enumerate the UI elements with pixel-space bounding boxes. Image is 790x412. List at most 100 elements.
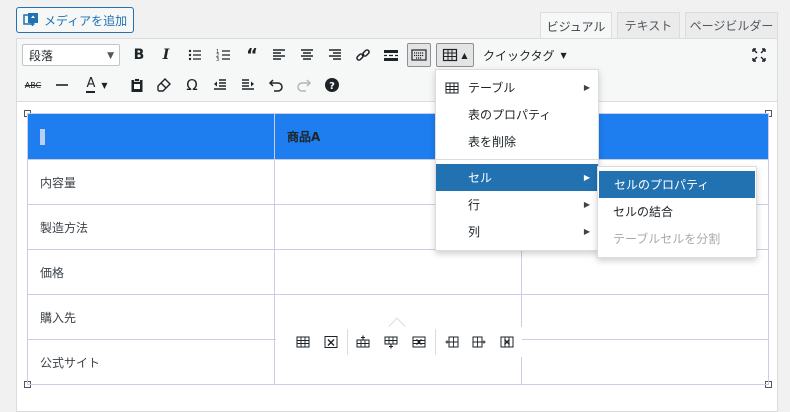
- chevron-right-icon: ▶: [583, 227, 590, 236]
- delete-column-icon: [500, 336, 514, 348]
- numbered-list-icon: 123: [216, 49, 230, 63]
- chevron-down-icon: ▼: [107, 51, 114, 61]
- table-icon: [443, 48, 458, 62]
- table-icon: [296, 336, 310, 348]
- quick-tag-dropdown[interactable]: クイックタグ ▼: [483, 44, 567, 66]
- table-cell[interactable]: 価格: [27, 249, 275, 295]
- italic-button[interactable]: I: [154, 43, 178, 67]
- menu-item-table[interactable]: テーブル ▶: [436, 74, 598, 101]
- tab-visual[interactable]: ビジュアル: [540, 12, 612, 39]
- table-icon: [445, 82, 459, 93]
- bold-button[interactable]: B: [127, 43, 151, 67]
- link-button[interactable]: [351, 43, 375, 67]
- svg-text:?: ?: [329, 81, 335, 92]
- help-icon: ?: [325, 78, 339, 92]
- delete-column-button[interactable]: [493, 330, 521, 354]
- clipboard-icon: [131, 78, 143, 92]
- toolbar-toggle-button[interactable]: [407, 43, 431, 67]
- column-after-icon: [472, 336, 486, 348]
- align-center-icon: [301, 49, 313, 60]
- table-cell[interactable]: 公式サイト: [27, 339, 275, 385]
- chevron-down-icon: ▼: [560, 50, 567, 60]
- insert-column-after-button[interactable]: [465, 330, 493, 354]
- keyboard-icon: [411, 49, 427, 61]
- menu-item-label: テーブル: [468, 81, 516, 95]
- menu-item-table-properties[interactable]: 表のプロパティ: [436, 101, 598, 128]
- delete-row-icon: [412, 336, 426, 348]
- svg-text:3: 3: [216, 57, 219, 63]
- fullscreen-button[interactable]: [747, 43, 771, 67]
- separator: [346, 329, 348, 355]
- menu-item-cell[interactable]: セル ▶: [436, 164, 598, 191]
- table-cell[interactable]: [521, 339, 769, 385]
- media-add-icon: [23, 13, 38, 26]
- table-cell[interactable]: 製造方法: [27, 204, 275, 250]
- format-select[interactable]: 段落 ▼: [22, 44, 120, 66]
- align-center-button[interactable]: [295, 43, 319, 67]
- delete-row-button[interactable]: [405, 330, 433, 354]
- table-cell[interactable]: 購入先: [27, 294, 275, 340]
- undo-button[interactable]: [264, 73, 288, 97]
- cell-submenu: セルのプロパティ セルの結合 テーブルセルを分割: [597, 166, 757, 258]
- column-before-icon: [445, 336, 459, 348]
- horizontal-line-icon: [56, 84, 68, 86]
- align-left-icon: [273, 49, 285, 60]
- menu-item-label: 行: [468, 198, 481, 212]
- menu-item-label: セル: [468, 171, 493, 185]
- insert-column-before-button[interactable]: [438, 330, 466, 354]
- insert-row-before-button[interactable]: [349, 330, 377, 354]
- redo-icon: [297, 79, 312, 92]
- tab-page-builder[interactable]: ページビルダー: [685, 12, 778, 38]
- chevron-down-icon: ▼: [101, 80, 108, 90]
- special-character-button[interactable]: Ω: [180, 73, 204, 97]
- link-icon: [356, 49, 370, 61]
- table-cell[interactable]: 内容量: [27, 159, 275, 205]
- menu-item-column[interactable]: 列 ▶: [436, 218, 598, 245]
- paste-text-button[interactable]: [125, 73, 149, 97]
- table-header-row: 商品A: [27, 113, 769, 160]
- table-cell[interactable]: [521, 294, 769, 340]
- bullet-list-button[interactable]: [183, 43, 207, 67]
- delete-table-icon: [324, 336, 338, 348]
- redo-button[interactable]: [292, 73, 316, 97]
- strikethrough-button[interactable]: ABC: [21, 73, 45, 97]
- format-select-value: 段落: [29, 48, 54, 63]
- table-button[interactable]: ▲: [436, 43, 474, 67]
- menu-item-label: 列: [468, 225, 481, 239]
- menu-item-delete-table[interactable]: 表を削除: [436, 128, 598, 155]
- table-properties-button[interactable]: [289, 330, 317, 354]
- insert-row-after-button[interactable]: [377, 330, 405, 354]
- caret-up-icon: ▲: [461, 50, 468, 60]
- eraser-icon: [157, 78, 171, 92]
- numbered-list-button[interactable]: 123: [212, 43, 236, 67]
- add-media-button[interactable]: メディアを追加: [16, 7, 134, 33]
- menu-item-merge-cells[interactable]: セルの結合: [598, 198, 756, 225]
- horizontal-line-button[interactable]: [50, 73, 74, 97]
- text-cursor: [40, 128, 45, 145]
- tab-text[interactable]: テキスト: [617, 12, 680, 38]
- row-before-icon: [356, 335, 370, 348]
- blockquote-button[interactable]: “: [240, 43, 264, 67]
- indent-button[interactable]: [236, 73, 260, 97]
- align-left-button[interactable]: [267, 43, 291, 67]
- outdent-button[interactable]: [208, 73, 232, 97]
- row-after-icon: [384, 336, 398, 349]
- bullet-list-icon: [188, 49, 201, 61]
- read-more-icon: [384, 50, 398, 61]
- delete-table-button[interactable]: [317, 330, 345, 354]
- menu-item-split-cell: テーブルセルを分割: [613, 232, 721, 246]
- table-inline-toolbar: [276, 327, 522, 357]
- menu-item-row[interactable]: 行 ▶: [436, 191, 598, 218]
- menu-item-cell-properties[interactable]: セルのプロパティ: [599, 171, 755, 198]
- table-cell[interactable]: [27, 113, 275, 160]
- indent-icon: [242, 79, 254, 90]
- text-color-button[interactable]: A ▼: [78, 73, 116, 97]
- clear-formatting-button[interactable]: [152, 73, 176, 97]
- read-more-button[interactable]: [379, 43, 403, 67]
- table-cell[interactable]: [274, 249, 522, 295]
- quick-tag-label: クイックタグ: [483, 48, 555, 63]
- table-menu: テーブル ▶ 表のプロパティ 表を削除 セル ▶ 行 ▶ 列 ▶: [435, 69, 599, 251]
- align-right-button[interactable]: [323, 43, 347, 67]
- help-button[interactable]: ?: [320, 73, 344, 97]
- chevron-right-icon: ▶: [583, 200, 590, 209]
